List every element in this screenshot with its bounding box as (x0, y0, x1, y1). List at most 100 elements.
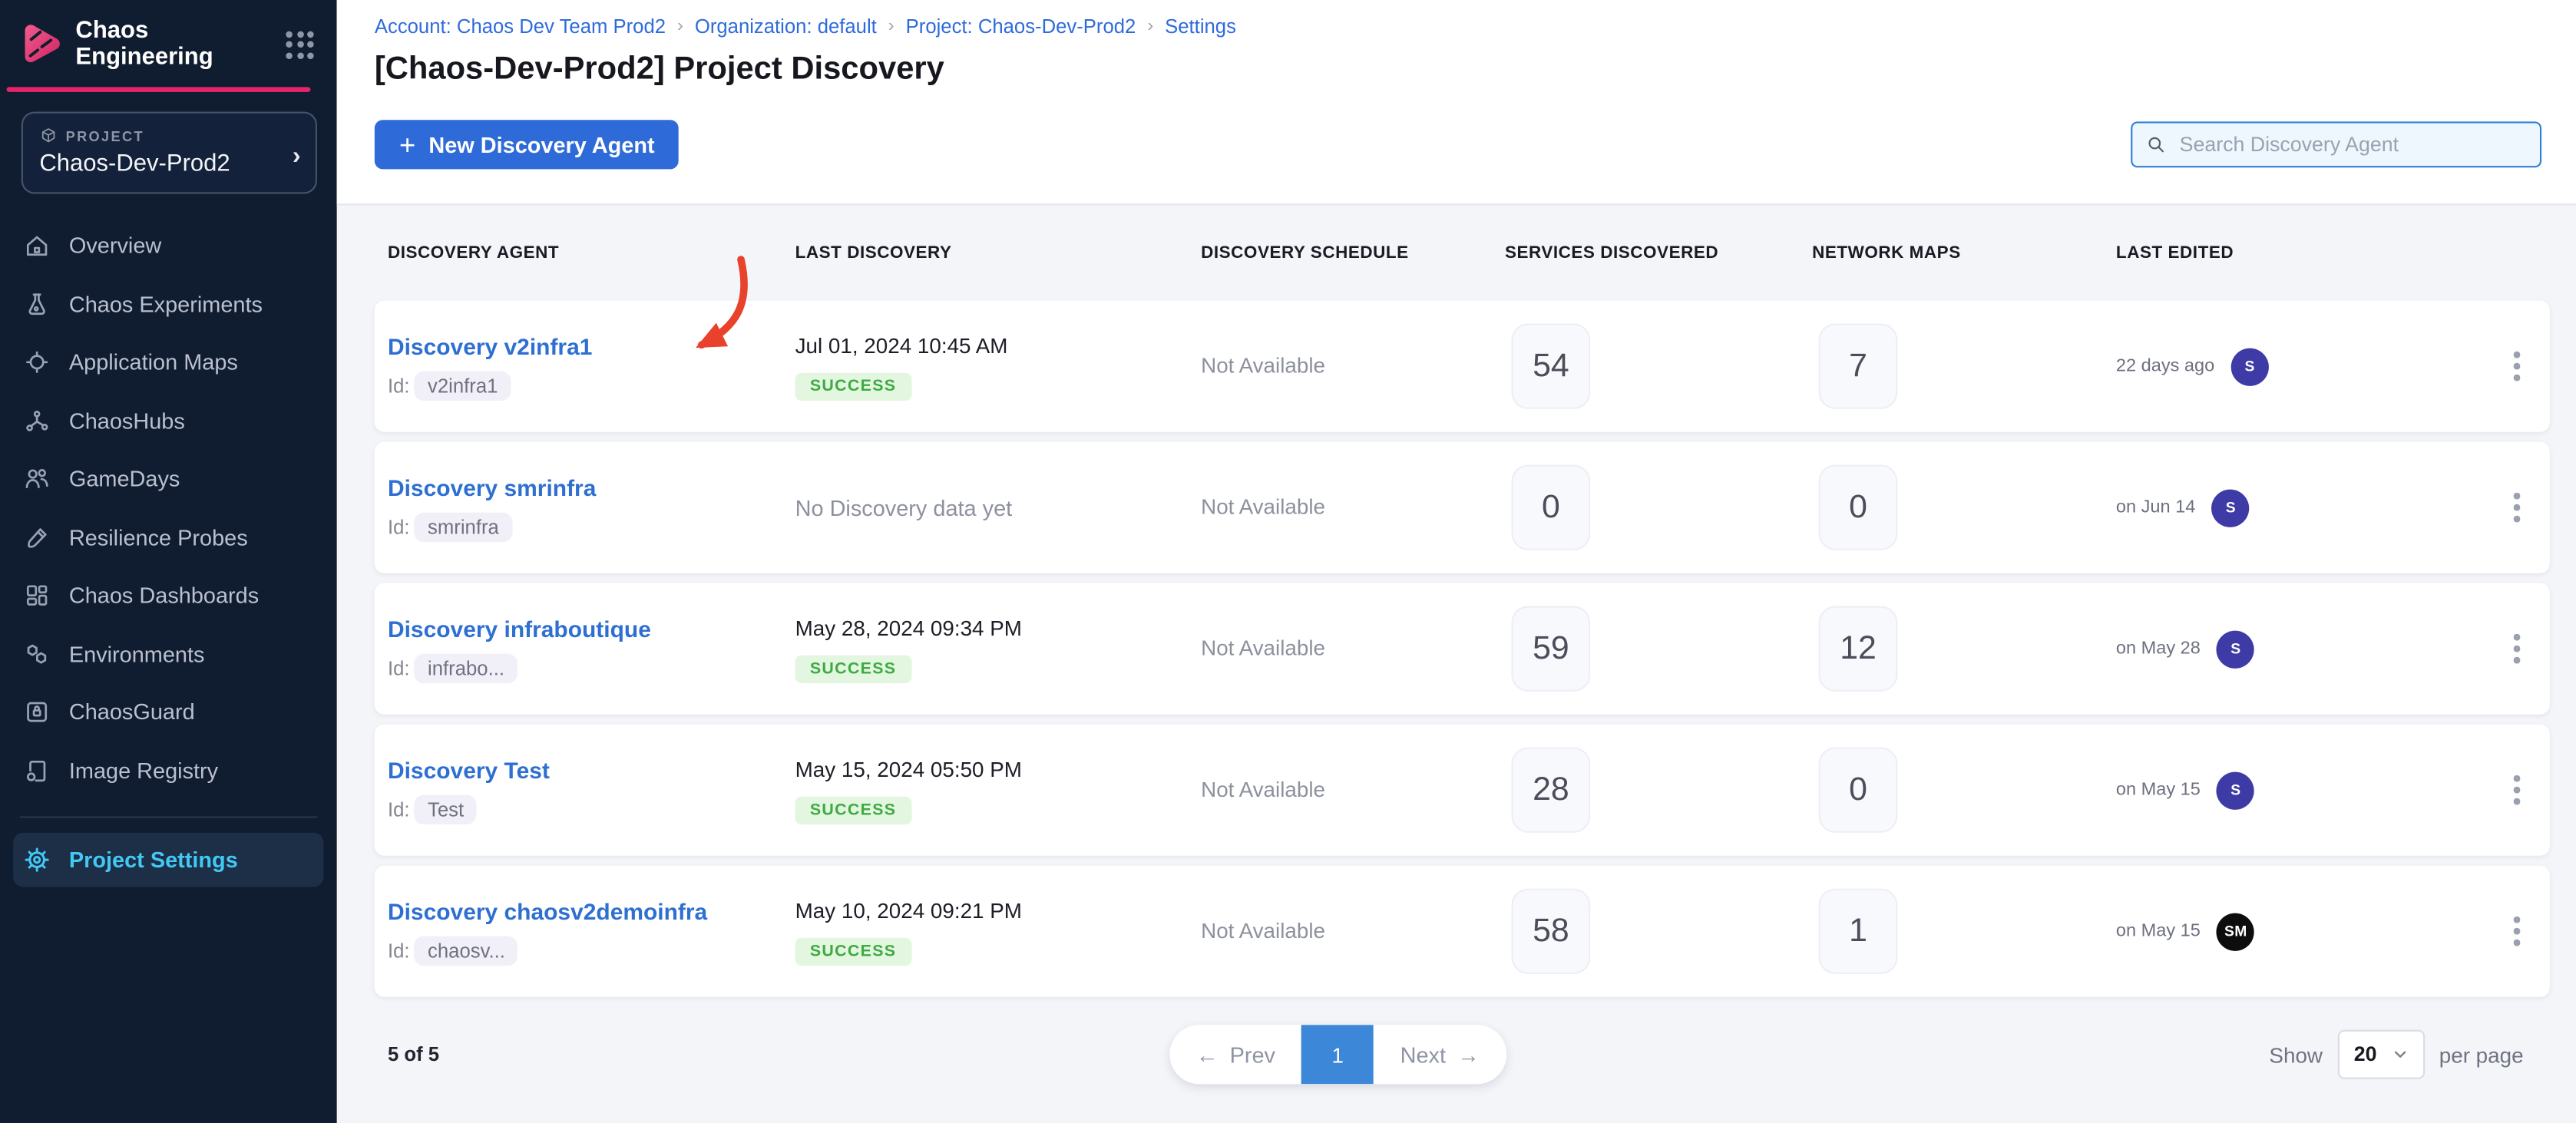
last-edited: on May 28 S (2116, 630, 2484, 668)
next-label: Next (1400, 1042, 1446, 1067)
col-discovery-agent: DISCOVERY AGENT (388, 243, 795, 263)
new-agent-label: New Discovery Agent (428, 132, 654, 157)
search-input[interactable] (2176, 131, 2527, 157)
col-discovery-schedule: DISCOVERY SCHEDULE (1201, 243, 1505, 263)
toolbar: + New Discovery Agent (375, 120, 2541, 169)
avatar[interactable]: S (2217, 630, 2254, 668)
page-title: [Chaos-Dev-Prod2] Project Discovery (375, 51, 2541, 88)
status-badge: SUCCESS (795, 937, 911, 965)
last-edited-time: on May 15 (2116, 921, 2201, 941)
last-edited: on Jun 14 S (2116, 489, 2484, 527)
kebab-menu-icon[interactable] (2484, 917, 2550, 945)
sidebar-item-resilience-probes[interactable]: Resilience Probes (0, 508, 337, 566)
agent-name-link[interactable]: Discovery Test (388, 756, 795, 782)
kebab-menu-icon[interactable] (2484, 493, 2550, 521)
chevron-down-icon (2392, 1046, 2408, 1062)
breadcrumb-link-0[interactable]: Account: Chaos Dev Team Prod2 (375, 15, 666, 38)
search-box (2131, 121, 2541, 167)
sidebar-item-application-maps[interactable]: Application Maps (0, 333, 337, 391)
table-row: Discovery chaosv2demoinfra Id: chaosv...… (375, 866, 2550, 997)
agent-id: Id: v2infra1 (388, 371, 795, 401)
table-row: Discovery Test Id: Test May 15, 2024 05:… (375, 725, 2550, 856)
status-badge: SUCCESS (795, 796, 911, 824)
breadcrumb-link-3[interactable]: Settings (1165, 15, 1236, 38)
agent-name-link[interactable]: Discovery chaosv2demoinfra (388, 897, 795, 923)
sidebar-item-label: Application Maps (69, 350, 238, 375)
sidebar-nav: Overview Chaos Experiments Application M… (0, 216, 337, 1123)
last-edited: on May 15 SM (2116, 913, 2484, 950)
sidebar-item-gamedays[interactable]: GameDays (0, 450, 337, 508)
accent-divider (7, 87, 311, 91)
hexagons-icon (23, 640, 51, 668)
discovery-schedule-value: Not Available (1201, 494, 1325, 519)
services-discovered-count: 0 (1512, 465, 1591, 550)
page-size-select[interactable]: 20 (2337, 1030, 2424, 1079)
services-discovered-count: 54 (1512, 324, 1591, 409)
network-maps-count: 0 (1819, 465, 1898, 550)
page-number-current[interactable]: 1 (1301, 1025, 1374, 1084)
last-discovery-date: May 28, 2024 09:34 PM (795, 615, 1202, 639)
agent-name-link[interactable]: Discovery infraboutique (388, 615, 795, 641)
sidebar-item-label: ChaosHubs (69, 408, 185, 433)
project-selector[interactable]: PROJECT Chaos-Dev-Prod2 › (21, 111, 317, 193)
sidebar: Chaos Engineering PROJECT Chaos-Dev-Prod… (0, 0, 337, 1123)
sidebar-item-label: ChaosGuard (69, 700, 195, 725)
page-header: Account: Chaos Dev Team Prod2 › Organizati… (337, 0, 2576, 205)
results-count: 5 of 5 (388, 1043, 439, 1066)
table-body: Discovery v2infra1 Id: v2infra1 Jul 01, … (375, 301, 2550, 997)
breadcrumb-link-1[interactable]: Organization: default (695, 15, 877, 38)
discovery-schedule-value: Not Available (1201, 777, 1325, 801)
sidebar-item-chaos-experiments[interactable]: Chaos Experiments (0, 275, 337, 333)
module-grid-icon[interactable] (286, 31, 313, 58)
sidebar-item-project-settings[interactable]: Project Settings (13, 833, 323, 887)
kebab-menu-icon[interactable] (2484, 352, 2550, 380)
breadcrumb-separator: › (677, 16, 683, 36)
prev-page-button[interactable]: ← Prev (1169, 1025, 1301, 1084)
arrow-right-icon: → (1457, 1042, 1480, 1067)
agent-id-value: v2infra1 (415, 371, 511, 401)
sidebar-item-image-registry[interactable]: Image Registry (0, 742, 337, 800)
sidebar-item-chaos-dashboards[interactable]: Chaos Dashboards (0, 566, 337, 625)
kebab-menu-icon[interactable] (2484, 634, 2550, 662)
kebab-menu-icon[interactable] (2484, 775, 2550, 804)
project-name: Chaos-Dev-Prod2 (39, 151, 299, 177)
last-edited-time: on Jun 14 (2116, 497, 2195, 517)
agent-name-link[interactable]: Discovery v2infra1 (388, 332, 795, 358)
avatar[interactable]: SM (2217, 913, 2254, 950)
sidebar-item-label: Environments (69, 642, 205, 666)
breadcrumb: Account: Chaos Dev Team Prod2 › Organizati… (375, 15, 2541, 38)
last-edited-time: 22 days ago (2116, 356, 2214, 376)
avatar[interactable]: S (2212, 489, 2250, 527)
page-size-group: Show 20 per page (2269, 1030, 2549, 1079)
sidebar-item-chaoshubs[interactable]: ChaosHubs (0, 391, 337, 450)
network-maps-count: 1 (1819, 889, 1898, 974)
last-edited: 22 days ago S (2116, 348, 2484, 385)
screenshot-viewport: Chaos Engineering PROJECT Chaos-Dev-Prod… (0, 0, 2576, 1123)
agent-id: Id: chaosv... (388, 936, 795, 966)
search-icon (2145, 133, 2166, 156)
last-edited-time: on May 15 (2116, 780, 2201, 800)
services-discovered-count: 28 (1512, 748, 1591, 833)
table-row: Discovery smrinfra Id: smrinfra No Disco… (375, 442, 2550, 573)
agent-name-link[interactable]: Discovery smrinfra (388, 474, 795, 500)
avatar[interactable]: S (2217, 771, 2254, 809)
sidebar-item-label: Chaos Experiments (69, 292, 263, 316)
sidebar-item-label: Overview (69, 233, 161, 258)
target-icon (23, 348, 51, 376)
status-badge: SUCCESS (795, 372, 911, 400)
sidebar-item-label: Chaos Dashboards (69, 583, 259, 608)
sidebar-item-overview[interactable]: Overview (0, 216, 337, 275)
breadcrumb-link-2[interactable]: Project: Chaos-Dev-Prod2 (906, 15, 1136, 38)
shield-lock-icon (23, 699, 51, 726)
sidebar-item-chaosguard[interactable]: ChaosGuard (0, 683, 337, 742)
chevron-right-icon[interactable]: › (293, 142, 301, 170)
col-services-discovered: SERVICES DISCOVERED (1505, 243, 1812, 263)
last-discovery-date: May 10, 2024 09:21 PM (795, 897, 1202, 922)
dashboard-icon (23, 582, 51, 609)
new-discovery-agent-button[interactable]: + New Discovery Agent (375, 120, 680, 169)
sidebar-item-environments[interactable]: Environments (0, 625, 337, 683)
col-network-maps: NETWORK MAPS (1812, 243, 2116, 263)
registry-icon (23, 757, 51, 784)
next-page-button[interactable]: Next → (1374, 1025, 1506, 1084)
avatar[interactable]: S (2231, 348, 2269, 385)
